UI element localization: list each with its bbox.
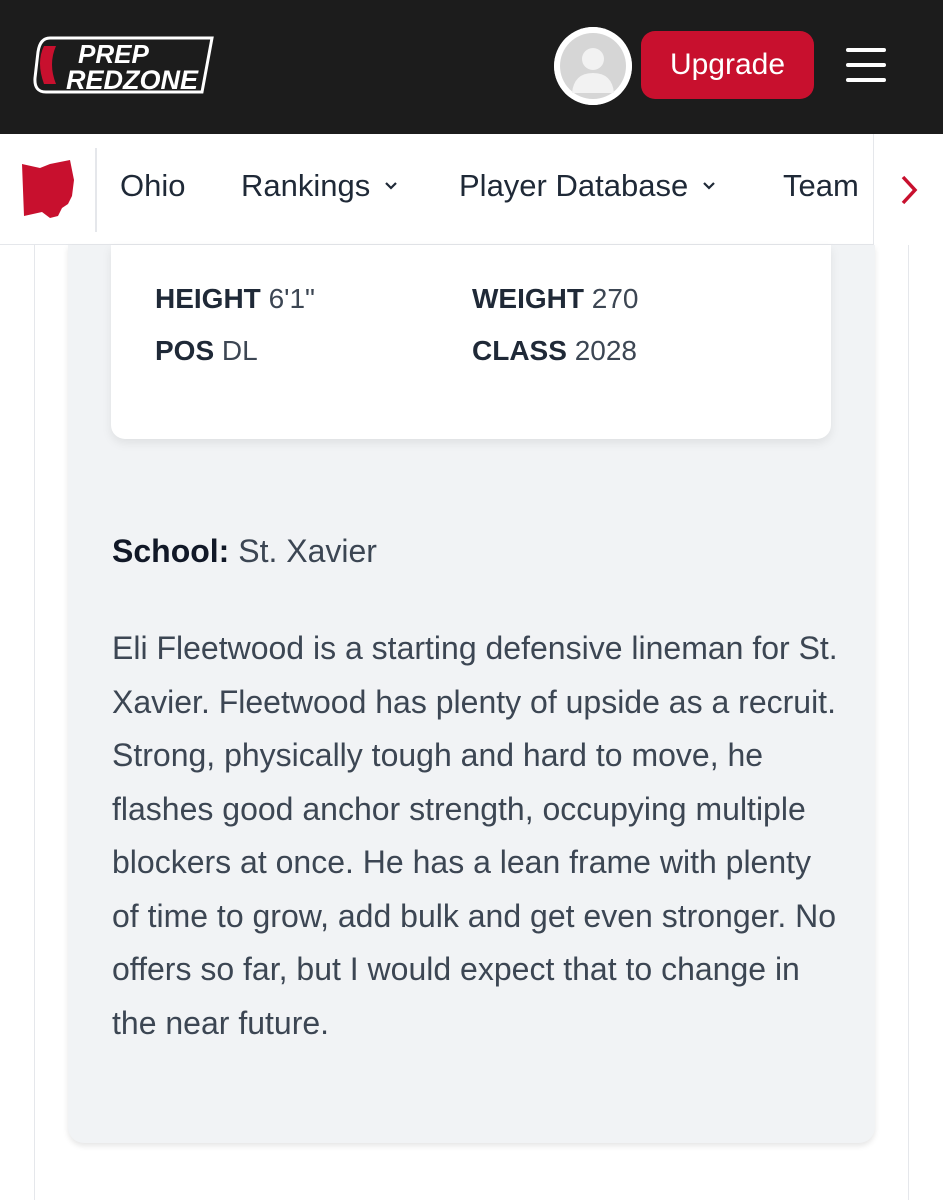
weight-stat: WEIGHT 270 [472, 283, 639, 315]
chevron-down-icon [703, 182, 715, 190]
height-value: 6'1" [268, 283, 315, 314]
nav-item-ohio[interactable]: Ohio [120, 168, 185, 204]
class-value: 2028 [574, 335, 637, 366]
weight-label: WEIGHT [472, 283, 584, 314]
nav-item-label: Ohio [120, 168, 186, 203]
hamburger-menu-icon[interactable] [846, 48, 886, 82]
position-value: DL [221, 335, 258, 366]
school-label: School: [112, 533, 230, 569]
nav-item-player-database[interactable]: Player Database [459, 168, 716, 204]
nav-scroll-right-button[interactable] [873, 134, 943, 245]
nav-divider [95, 148, 97, 232]
nav-item-rankings[interactable]: Rankings [241, 168, 398, 204]
class-stat: CLASS 2028 [472, 335, 637, 367]
upgrade-button[interactable]: Upgrade [641, 31, 814, 99]
ohio-state-icon [20, 160, 76, 220]
height-stat: HEIGHT 6'1" [155, 283, 315, 315]
school-value: St. Xavier [238, 533, 377, 569]
chevron-right-icon [901, 175, 917, 204]
position-stat: POS DL [155, 335, 258, 367]
school-line: School: St. Xavier [112, 533, 377, 570]
user-avatar[interactable] [554, 27, 632, 105]
class-label: CLASS [472, 335, 567, 366]
section-nav: Ohio Rankings Player Database Team [0, 134, 943, 245]
nav-item-team[interactable]: Team [783, 168, 859, 204]
page-border [908, 245, 909, 1200]
nav-item-label: Team [783, 168, 859, 203]
top-header: PREP REDZONE Upgrade [0, 0, 943, 134]
page-border [34, 245, 35, 1200]
position-label: POS [155, 335, 215, 366]
player-bio: Eli Fleetwood is a starting defensive li… [112, 630, 838, 1041]
weight-value: 270 [591, 283, 639, 314]
nav-item-label: Rankings [241, 168, 371, 203]
player-stats-card: HEIGHT 6'1" WEIGHT 270 POS DL CLASS 2028 [111, 245, 831, 439]
prep-redzone-logo[interactable]: PREP REDZONE [32, 32, 224, 98]
height-label: HEIGHT [155, 283, 261, 314]
svg-text:REDZONE: REDZONE [66, 65, 199, 95]
chevron-down-icon [385, 182, 398, 190]
nav-item-label: Player Database [459, 168, 689, 203]
